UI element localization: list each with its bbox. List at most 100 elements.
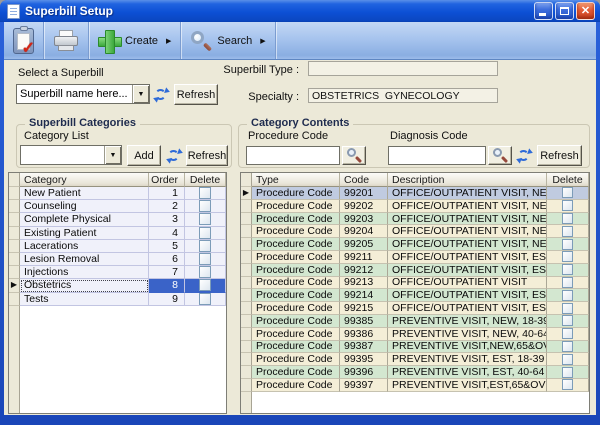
row-header[interactable]	[9, 200, 20, 213]
table-row[interactable]: Procedure Code99395PREVENTIVE VISIT, EST…	[241, 353, 589, 366]
delete-checkbox[interactable]	[562, 328, 573, 339]
delete-checkbox[interactable]	[562, 367, 573, 378]
category-cell[interactable]: Counseling	[20, 200, 149, 213]
table-row[interactable]: Tests9	[9, 293, 226, 306]
code-cell[interactable]: 99201	[340, 187, 388, 200]
category-cell[interactable]: Lacerations	[20, 240, 149, 253]
delete-cell[interactable]	[547, 251, 589, 264]
delete-cell[interactable]	[185, 213, 226, 226]
code-cell[interactable]: 99211	[340, 251, 388, 264]
delete-cell[interactable]	[185, 266, 226, 279]
superbill-select-dropdown[interactable]: Superbill name here... ▼	[16, 84, 150, 104]
description-cell[interactable]: OFFICE/OUTPATIENT VISIT, NEW	[388, 213, 547, 226]
table-row[interactable]: Existing Patient4	[9, 227, 226, 240]
categories-refresh-button[interactable]: Refresh	[186, 145, 228, 166]
row-header[interactable]	[9, 293, 20, 306]
category-cell[interactable]: Lesion Removal	[20, 253, 149, 266]
type-cell[interactable]: Procedure Code	[252, 315, 340, 328]
row-header[interactable]	[241, 200, 252, 213]
delete-checkbox[interactable]	[562, 290, 573, 301]
category-cell[interactable]: Tests	[20, 293, 149, 306]
delete-checkbox[interactable]	[199, 187, 211, 199]
delete-cell[interactable]	[185, 227, 226, 240]
contents-refresh-button[interactable]: Refresh	[537, 145, 582, 166]
table-row[interactable]: Lacerations5	[9, 240, 226, 253]
column-header-order[interactable]: Order	[149, 173, 185, 187]
delete-cell[interactable]	[185, 293, 226, 306]
type-cell[interactable]: Procedure Code	[252, 289, 340, 302]
row-header[interactable]	[241, 289, 252, 302]
row-header[interactable]	[241, 328, 252, 341]
description-cell[interactable]: PREVENTIVE VISIT, NEW, 18-39	[388, 315, 547, 328]
description-cell[interactable]: OFFICE/OUTPATIENT VISIT, EST	[388, 264, 547, 277]
row-header[interactable]	[241, 353, 252, 366]
row-header[interactable]	[241, 238, 252, 251]
close-button[interactable]: ✕	[576, 2, 595, 20]
delete-cell[interactable]	[185, 200, 226, 213]
delete-checkbox[interactable]	[562, 303, 573, 314]
column-header-category[interactable]: Category	[20, 173, 149, 187]
column-header-delete[interactable]: Delete	[185, 173, 226, 187]
delete-checkbox[interactable]	[562, 379, 573, 390]
code-cell[interactable]: 99215	[340, 302, 388, 315]
delete-cell[interactable]	[547, 213, 589, 226]
table-row[interactable]: Procedure Code99203OFFICE/OUTPATIENT VIS…	[241, 213, 589, 226]
order-cell[interactable]: 2	[149, 200, 185, 213]
description-cell[interactable]: OFFICE/OUTPATIENT VISIT	[388, 277, 547, 290]
code-cell[interactable]: 99202	[340, 200, 388, 213]
delete-cell[interactable]	[547, 289, 589, 302]
table-row[interactable]: ▶Obstetrics8	[9, 279, 226, 292]
delete-checkbox[interactable]	[199, 293, 211, 305]
delete-cell[interactable]	[547, 379, 589, 392]
order-cell[interactable]: 3	[149, 213, 185, 226]
delete-cell[interactable]	[185, 253, 226, 266]
delete-cell[interactable]	[547, 328, 589, 341]
minimize-button[interactable]	[534, 2, 553, 20]
row-header[interactable]	[9, 213, 20, 226]
delete-checkbox[interactable]	[562, 226, 573, 237]
delete-checkbox[interactable]	[199, 266, 211, 278]
row-header[interactable]	[241, 213, 252, 226]
description-cell[interactable]: OFFICE/OUTPATIENT VISIT, EST	[388, 302, 547, 315]
table-row[interactable]: Procedure Code99204OFFICE/OUTPATIENT VIS…	[241, 225, 589, 238]
type-cell[interactable]: Procedure Code	[252, 187, 340, 200]
delete-checkbox[interactable]	[562, 251, 573, 262]
description-cell[interactable]: OFFICE/OUTPATIENT VISIT, NEW	[388, 200, 547, 213]
description-cell[interactable]: OFFICE/OUTPATIENT VISIT, NEW	[388, 225, 547, 238]
delete-cell[interactable]	[547, 366, 589, 379]
row-header[interactable]: ▶	[9, 279, 20, 292]
order-cell[interactable]: 7	[149, 266, 185, 279]
procedure-code-input[interactable]	[246, 146, 340, 165]
print-button[interactable]	[44, 22, 88, 59]
create-button[interactable]: Create ▶	[89, 22, 180, 59]
row-header[interactable]	[9, 266, 20, 279]
delete-checkbox[interactable]	[562, 264, 573, 275]
column-header-code[interactable]: Code	[340, 173, 388, 187]
delete-checkbox[interactable]	[562, 354, 573, 365]
superbill-form-button[interactable]: ✓	[4, 22, 43, 59]
row-header[interactable]	[241, 277, 252, 290]
table-row[interactable]: Procedure Code99214OFFICE/OUTPATIENT VIS…	[241, 289, 589, 302]
delete-cell[interactable]	[547, 187, 589, 200]
code-cell[interactable]: 99203	[340, 213, 388, 226]
row-header[interactable]	[241, 366, 252, 379]
delete-cell[interactable]	[547, 264, 589, 277]
code-cell[interactable]: 99205	[340, 238, 388, 251]
search-button[interactable]: Search ▶	[181, 22, 274, 59]
row-header[interactable]	[241, 264, 252, 277]
diagnosis-search-button[interactable]	[488, 146, 512, 165]
category-cell[interactable]: New Patient	[20, 187, 149, 200]
description-cell[interactable]: PREVENTIVE VISIT, NEW, 40-64	[388, 328, 547, 341]
code-cell[interactable]: 99395	[340, 353, 388, 366]
type-cell[interactable]: Procedure Code	[252, 277, 340, 290]
row-header[interactable]	[241, 379, 252, 392]
delete-cell[interactable]	[547, 277, 589, 290]
description-cell[interactable]: OFFICE/OUTPATIENT VISIT, EST	[388, 289, 547, 302]
code-cell[interactable]: 99387	[340, 341, 388, 354]
procedure-search-button[interactable]	[342, 146, 366, 165]
description-cell[interactable]: PREVENTIVE VISIT,EST,65&OVER	[388, 379, 547, 392]
delete-checkbox[interactable]	[562, 239, 573, 250]
table-row[interactable]: Procedure Code99215OFFICE/OUTPATIENT VIS…	[241, 302, 589, 315]
row-header[interactable]	[9, 227, 20, 240]
table-row[interactable]: Procedure Code99387PREVENTIVE VISIT,NEW,…	[241, 341, 589, 354]
